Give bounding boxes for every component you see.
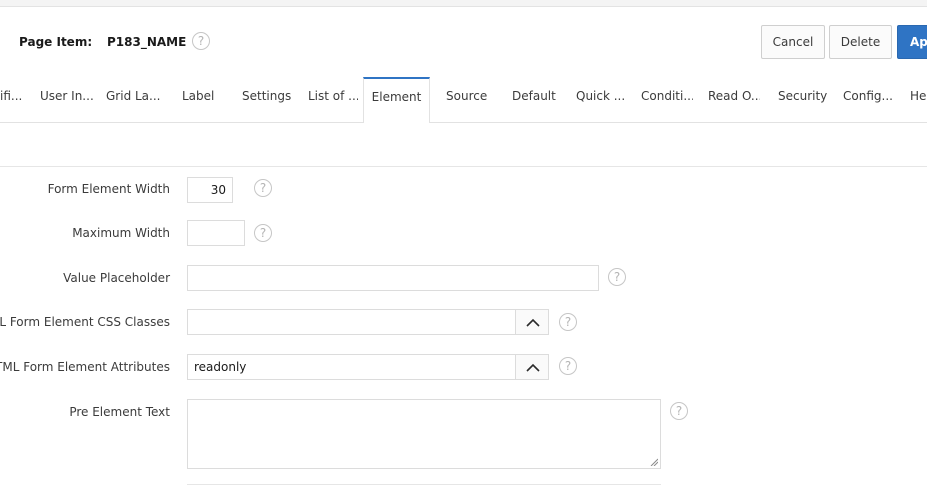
help-circle-icon[interactable]: ? bbox=[254, 179, 272, 197]
tab-configuration[interactable]: Config... bbox=[843, 77, 895, 122]
pre-element-text-textarea[interactable] bbox=[187, 399, 661, 469]
form-element-width-input[interactable]: 30 bbox=[187, 177, 233, 203]
tab-bar: ifi... User In... Grid La... Label Setti… bbox=[0, 77, 927, 123]
delete-button[interactable]: Delete bbox=[829, 25, 892, 59]
tab-security[interactable]: Security bbox=[778, 77, 828, 122]
chevron-up-icon bbox=[526, 363, 540, 372]
tab-source[interactable]: Source bbox=[446, 77, 496, 122]
form-element-width-label: Form Element Width bbox=[47, 182, 170, 196]
element-attributes-input[interactable]: readonly bbox=[187, 354, 516, 380]
maximum-width-input[interactable] bbox=[187, 220, 245, 246]
css-classes-input[interactable] bbox=[187, 309, 516, 335]
help-circle-icon[interactable]: ? bbox=[559, 357, 577, 375]
tab-quick-picks[interactable]: Quick ... bbox=[576, 77, 624, 122]
help-circle-icon[interactable]: ? bbox=[254, 224, 272, 242]
tab-user-interface[interactable]: User In... bbox=[40, 77, 94, 122]
tab-help[interactable]: He bbox=[910, 77, 927, 122]
tab-read-only[interactable]: Read O... bbox=[708, 77, 760, 122]
cancel-button[interactable]: Cancel bbox=[761, 25, 825, 59]
value-placeholder-input[interactable] bbox=[187, 265, 599, 291]
tab-grid-layout[interactable]: Grid La... bbox=[106, 77, 162, 122]
help-circle-icon[interactable]: ? bbox=[670, 402, 688, 420]
resize-grip-icon[interactable] bbox=[650, 458, 658, 466]
maximum-width-label: Maximum Width bbox=[72, 226, 170, 240]
css-classes-picker-button[interactable] bbox=[515, 309, 549, 335]
tab-label[interactable]: Label bbox=[182, 77, 222, 122]
tab-conditions[interactable]: Conditi... bbox=[641, 77, 693, 122]
tab-element[interactable]: Element bbox=[363, 77, 430, 123]
help-circle-icon[interactable]: ? bbox=[559, 313, 577, 331]
tab-identification[interactable]: ifi... bbox=[0, 77, 24, 122]
css-classes-label: ML Form Element CSS Classes bbox=[0, 315, 170, 329]
value-placeholder-label: Value Placeholder bbox=[63, 271, 170, 285]
tab-list-of-values[interactable]: List of ... bbox=[308, 77, 358, 122]
page-item-label: Page Item: bbox=[19, 35, 93, 49]
tab-settings[interactable]: Settings bbox=[242, 77, 298, 122]
element-attributes-label: TML Form Element Attributes bbox=[0, 360, 170, 374]
apply-changes-button[interactable]: Ap bbox=[897, 25, 927, 59]
page-item-name: P183_NAME bbox=[107, 35, 187, 49]
next-field-edge bbox=[187, 484, 661, 485]
section-divider bbox=[0, 166, 927, 167]
element-attributes-picker-button[interactable] bbox=[515, 354, 549, 380]
top-strip bbox=[0, 0, 927, 7]
help-circle-icon[interactable]: ? bbox=[192, 32, 210, 50]
help-circle-icon[interactable]: ? bbox=[608, 268, 626, 286]
chevron-up-icon bbox=[526, 318, 540, 327]
pre-element-text-label: Pre Element Text bbox=[69, 405, 170, 419]
tab-default[interactable]: Default bbox=[512, 77, 564, 122]
